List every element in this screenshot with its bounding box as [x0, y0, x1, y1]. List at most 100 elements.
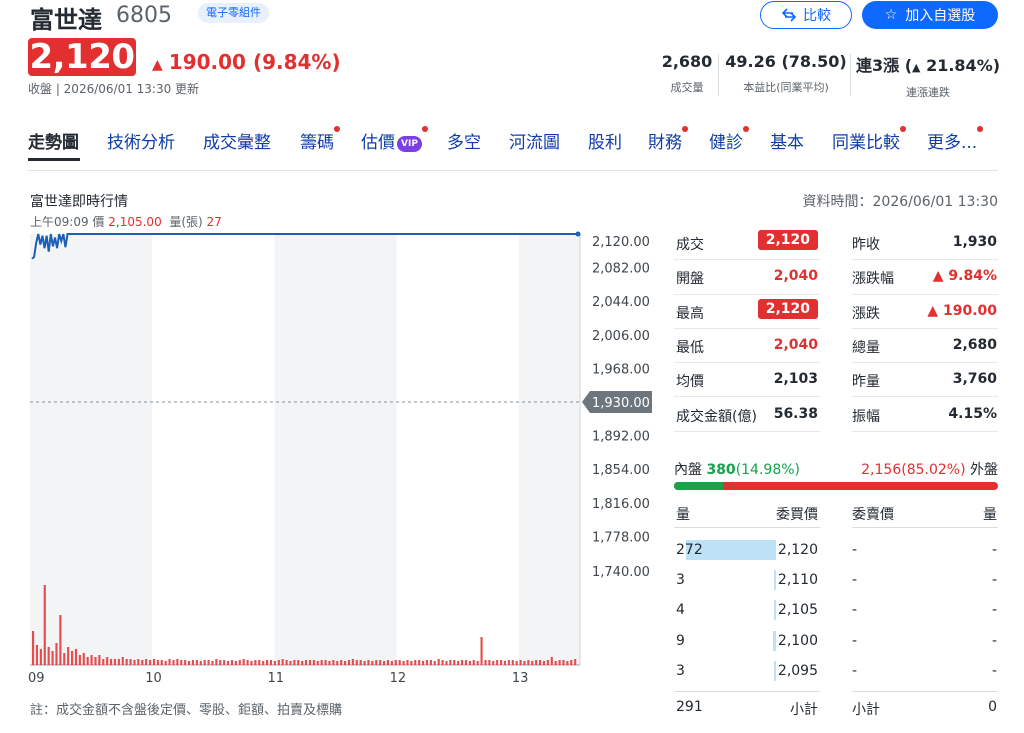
- tab-12[interactable]: 更多...: [927, 126, 984, 153]
- volume-bar: [414, 660, 417, 665]
- volume-bar: [227, 661, 230, 665]
- volume-bar: [359, 660, 362, 665]
- quote-value: 1,930: [952, 234, 997, 250]
- volume-bar: [211, 661, 214, 665]
- streak-prefix: 連3漲: [856, 56, 900, 75]
- ask-price[interactable]: -: [852, 602, 857, 618]
- y-tick-label: 1,892.00: [592, 430, 650, 445]
- y-tick-label: 1,968.00: [592, 362, 650, 377]
- bid-price[interactable]: 2,100: [740, 633, 818, 649]
- compare-button[interactable]: 比較: [760, 1, 852, 29]
- quote-label: 最低: [676, 339, 704, 356]
- quote-label: 總量: [852, 339, 880, 356]
- quote-label: 最高: [676, 305, 704, 322]
- volume-bar: [441, 660, 444, 665]
- session-band: [274, 234, 397, 665]
- volume-bar: [141, 660, 144, 665]
- bid-volume: 272: [676, 542, 703, 558]
- ask-price[interactable]: -: [852, 633, 857, 649]
- volume-bar: [172, 660, 175, 665]
- bid-price[interactable]: 2,095: [740, 663, 818, 679]
- inner-value: 380: [706, 462, 736, 478]
- volume-bar: [121, 657, 124, 665]
- orderbook-header: 委賣價: [852, 507, 894, 523]
- volume-bar: [137, 659, 140, 665]
- volume-bar: [574, 659, 577, 665]
- notification-dot: [900, 126, 906, 132]
- bid-price[interactable]: 2,110: [740, 572, 818, 588]
- intraday-chart[interactable]: 2,120.00 2,082.00 2,044.00 2,006.00 1,968.00…: [0, 0, 660, 700]
- y-tick-label: 1,816.00: [592, 497, 650, 512]
- volume-bar: [484, 660, 487, 665]
- volume-bar: [242, 659, 245, 665]
- quote-value: 3,760: [952, 371, 997, 388]
- volume-bar: [328, 661, 331, 665]
- volume-bar: [149, 660, 152, 665]
- volume-bar: [336, 661, 339, 665]
- volume-bar: [562, 660, 565, 665]
- volume-bar: [117, 659, 120, 665]
- orderbook-divider: [674, 527, 820, 528]
- volume-bar: [445, 661, 448, 665]
- stat-divider: [850, 54, 851, 96]
- volume-bar: [269, 660, 273, 665]
- ask-volume: -: [991, 572, 997, 589]
- volume-bar: [402, 661, 405, 665]
- orderbook-divider: [674, 691, 820, 692]
- volume-bar: [246, 660, 249, 665]
- quote-label: 昨收: [852, 237, 880, 253]
- volume-bar: [78, 655, 81, 665]
- volume-bar: [503, 661, 507, 665]
- bid-volume: 4: [676, 602, 685, 619]
- ask-price[interactable]: -: [852, 663, 857, 679]
- tab-10[interactable]: 基本: [770, 128, 804, 153]
- ask-total: 0: [988, 699, 997, 715]
- session-band: [396, 234, 519, 665]
- stat-divider: [718, 54, 719, 96]
- quote-label: 開盤: [676, 271, 704, 288]
- volume-bar: [488, 660, 491, 665]
- bid-volume: 3: [676, 572, 685, 589]
- y-tick-label: 1,740.00: [592, 565, 650, 580]
- notification-dot: [682, 126, 688, 132]
- ask-price[interactable]: -: [852, 572, 857, 588]
- volume-bar: [515, 661, 518, 665]
- tab-9[interactable]: 健診: [709, 126, 749, 153]
- quote-value: 56.38: [730, 404, 818, 422]
- y-tick-label: 2,006.00: [592, 329, 650, 344]
- volume-bar: [32, 631, 35, 665]
- stat-streak: 連3漲 (▲ 21.84%) 連漲連跌: [856, 52, 1000, 100]
- volume-bar: [90, 655, 93, 665]
- volume-bar: [67, 647, 70, 665]
- orderbook-header: 量: [676, 507, 690, 523]
- volume-bar: [531, 661, 534, 665]
- volume-bar: [281, 659, 284, 665]
- volume-bar: [188, 661, 191, 665]
- volume-bar: [35, 645, 39, 665]
- volume-bar: [375, 660, 378, 665]
- volume-bar: [316, 661, 319, 665]
- volume-bar: [367, 660, 370, 665]
- volume-bar: [43, 585, 46, 665]
- volume-bar: [437, 659, 440, 665]
- volume-bar: [410, 661, 413, 665]
- volume-bar: [285, 660, 288, 665]
- bid-price[interactable]: 2,120: [740, 542, 818, 558]
- volume-bar: [110, 659, 113, 665]
- ask-price[interactable]: -: [852, 542, 857, 558]
- volume-bar: [207, 660, 210, 665]
- tab-11[interactable]: 同業比較: [832, 126, 906, 153]
- data-time: 資料時間：2026/06/01 13:30: [802, 194, 999, 210]
- volume-bar: [125, 659, 128, 665]
- y-tick-label: 1,930.00: [592, 396, 650, 411]
- volume-bar: [461, 660, 464, 665]
- add-watchlist-button[interactable]: ☆ 加入自選股: [862, 1, 998, 29]
- bid-price[interactable]: 2,105: [740, 602, 818, 618]
- stat-volume: 2,680 成交量: [650, 52, 724, 95]
- compare-label: 比較: [803, 8, 831, 24]
- volume-bar: [254, 660, 257, 665]
- volume-bar: [59, 615, 62, 665]
- volume-bar: [425, 660, 429, 665]
- volume-bar: [180, 660, 183, 665]
- volume-bar: [480, 637, 483, 665]
